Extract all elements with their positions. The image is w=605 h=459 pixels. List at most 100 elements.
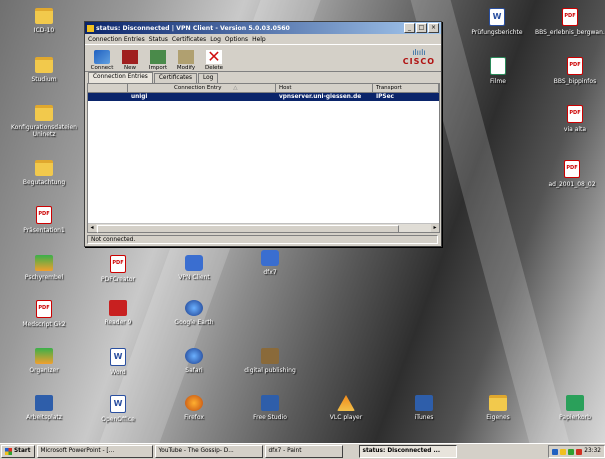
volume-icon[interactable] [568, 448, 575, 455]
taskbar-item-powerpoint[interactable]: Microsoft PowerPoint - [... [36, 445, 153, 458]
network-icon[interactable] [552, 448, 559, 455]
menu-options[interactable]: Options [225, 36, 248, 43]
desktop-icon-safari[interactable]: Safari [164, 348, 224, 374]
computer-icon [35, 395, 53, 411]
scroll-right-icon[interactable]: ▸ [431, 224, 439, 232]
desktop-icon-free-studio[interactable]: Free Studio [240, 395, 300, 421]
desktop-icon-word[interactable]: Word [88, 348, 148, 376]
desktop-icon-pdfcreator[interactable]: PDFCreator [88, 255, 148, 283]
desktop-icon-vpn-client[interactable]: VPN Client [164, 255, 224, 281]
scroll-left-icon[interactable]: ◂ [88, 224, 96, 232]
cell-host: vpnserver.uni-giessen.de [279, 94, 362, 100]
start-button[interactable]: Start [1, 445, 35, 458]
modify-button[interactable]: Modify [172, 50, 200, 71]
folder-icon [35, 57, 53, 73]
publisher-file-icon [490, 57, 506, 75]
desktop-icon-digital-publishing[interactable]: digital publishing [240, 348, 300, 374]
desktop-icon-medscript[interactable]: Medscript Gk2 [14, 300, 74, 328]
taskbar-item-vpn-client[interactable]: status: Disconnected ... [358, 445, 457, 458]
desktop-icon-reader9[interactable]: Reader 9 [88, 300, 148, 326]
vpn-tray-icon[interactable] [560, 448, 567, 455]
pdf-file-icon [36, 206, 52, 224]
menu-log[interactable]: Log [210, 36, 221, 43]
desktop-icon-pruefungsberichte[interactable]: Prüfungsberichte [464, 8, 530, 36]
window-title: status: Disconnected | VPN Client - Vers… [96, 24, 290, 32]
digital-publishing-icon [261, 348, 279, 364]
vpn-lock-icon [87, 24, 94, 32]
desktop-icon-via-alta[interactable]: via alta [545, 105, 605, 133]
desktop-icon-icd10[interactable]: ICD-10 [14, 8, 74, 34]
desktop-icon-praesentation1[interactable]: Präsentation1 [14, 206, 74, 234]
desktop-icon-konfigurationsdateien[interactable]: Konfigurationsdateien Uninetz [6, 105, 82, 138]
vlc-icon [337, 395, 355, 411]
menu-connection-entries[interactable]: Connection Entries [88, 36, 145, 43]
minimize-button[interactable]: _ [404, 23, 415, 33]
cisco-logo-text: CISCO [402, 57, 435, 66]
column-header-connection-entry[interactable]: Connection Entry △ [128, 84, 276, 92]
folder-icon [489, 395, 507, 411]
pdf-file-icon [567, 105, 583, 123]
desktop-icon-itunes[interactable]: iTunes [394, 395, 454, 421]
status-bar: Not connected. [87, 235, 438, 244]
cisco-logo: ılıılı CISCO [403, 48, 435, 66]
menu-status[interactable]: Status [149, 36, 168, 43]
column-header-transport[interactable]: Transport [373, 84, 439, 92]
connect-button[interactable]: Connect [88, 50, 116, 71]
google-earth-icon [185, 300, 203, 316]
taskbar-item-paint[interactable]: dfx7 - Paint [264, 445, 343, 458]
delete-button[interactable]: Delete [200, 47, 228, 71]
title-bar[interactable]: status: Disconnected | VPN Client - Vers… [85, 22, 441, 34]
status-text: Not connected. [91, 237, 136, 243]
organizer-icon [35, 348, 53, 364]
maximize-button[interactable]: □ [416, 23, 427, 33]
desktop-icon-eigenes[interactable]: Eigenes [468, 395, 528, 421]
tab-connection-entries[interactable]: Connection Entries [88, 72, 153, 83]
close-button[interactable]: × [428, 23, 439, 33]
menu-help[interactable]: Help [252, 36, 266, 43]
cisco-logo-bars: ılıılı [412, 48, 426, 57]
folder-icon [35, 105, 53, 121]
desktop-icon-begutachtung[interactable]: Begutachtung [14, 160, 74, 186]
taskbar-item-youtube[interactable]: YouTube - The Gossip- D... [154, 445, 263, 458]
tab-certificates[interactable]: Certificates [153, 73, 197, 83]
desktop-icon-studium[interactable]: Studium [14, 57, 74, 83]
free-studio-icon [261, 395, 279, 411]
cell-transport: IPSec [376, 94, 394, 100]
desktop-icon-organizer[interactable]: Organizer [14, 348, 74, 374]
column-header-status[interactable] [88, 84, 128, 92]
desktop-icon-filme[interactable]: Filme [468, 57, 528, 85]
import-button[interactable]: Import [144, 50, 172, 71]
pdf-file-icon [564, 160, 580, 178]
desktop-icon-google-earth[interactable]: Google Earth [164, 300, 224, 326]
desktop-icon-pschyrembel[interactable]: Pschyrembel [14, 255, 74, 281]
scrollbar-thumb[interactable] [97, 225, 399, 233]
safari-icon [185, 348, 203, 364]
desktop-icon-arbeitsplatz[interactable]: Arbeitsplatz [14, 395, 74, 421]
desktop-icon-firefox[interactable]: Firefox [164, 395, 224, 421]
desktop-icon-papierkorb[interactable]: Papierkorb [545, 395, 605, 421]
desktop-icon-ad-2001[interactable]: ad_2001_08_02 [540, 160, 604, 188]
new-button[interactable]: New [116, 50, 144, 71]
windows-logo-icon [5, 448, 12, 455]
desktop-icon-dfx7[interactable]: dfx7 [240, 250, 300, 276]
desktop-icon-bbs-bippinfos[interactable]: BBS_bippinfos [545, 57, 605, 85]
firefox-icon [185, 395, 203, 411]
tab-log[interactable]: Log [197, 73, 219, 83]
tab-bar: Connection Entries Certificates Log [85, 72, 441, 83]
vpn-client-icon [185, 255, 203, 271]
recycle-bin-icon [566, 395, 584, 411]
desktop-icon-openoffice[interactable]: OpenOffice [88, 395, 148, 423]
cell-status [88, 93, 128, 101]
cell-connection-entry: unigi [131, 94, 148, 100]
pdf-file-icon [36, 300, 52, 318]
delete-icon [206, 47, 222, 66]
table-row[interactable]: unigi vpnserver.uni-giessen.de IPSec [88, 93, 439, 101]
desktop-icon-bbs-erlebnis[interactable]: BBS_erlebnis_bergwan... [535, 8, 605, 36]
menu-certificates[interactable]: Certificates [172, 36, 206, 43]
desktop-icon-vlc[interactable]: VLC player [316, 395, 376, 421]
security-icon[interactable] [576, 448, 583, 455]
connection-entries-table: Connection Entry △ Host Transport unigi … [87, 83, 440, 233]
column-header-host[interactable]: Host [276, 84, 373, 92]
horizontal-scrollbar[interactable]: ◂ ▸ [88, 223, 439, 233]
pschyrembel-icon [35, 255, 53, 271]
